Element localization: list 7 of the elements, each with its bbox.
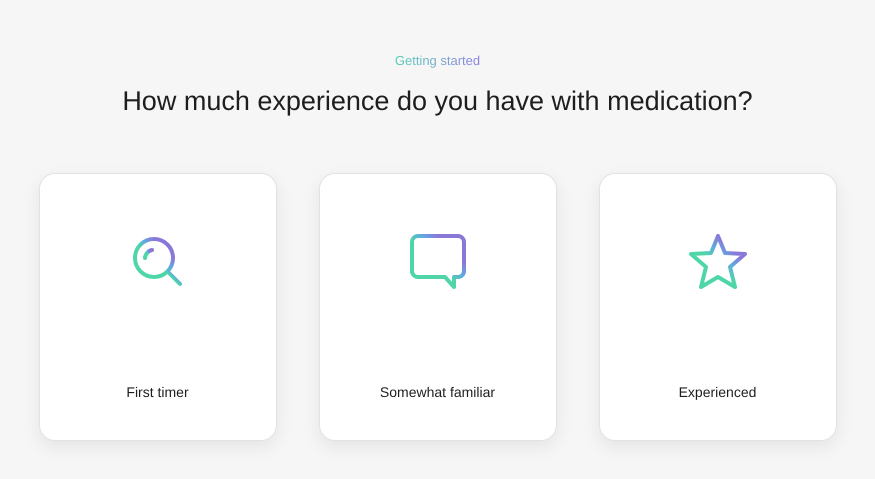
search-icon: [132, 236, 184, 288]
star-icon: [686, 233, 748, 291]
page-title: How much experience do you have with medication?: [122, 84, 753, 118]
option-card[interactable]: First timer: [38, 173, 276, 441]
speech-bubble-icon: [408, 233, 466, 291]
option-card[interactable]: Somewhat familiar: [318, 173, 556, 441]
option-card[interactable]: Experienced: [598, 173, 836, 441]
